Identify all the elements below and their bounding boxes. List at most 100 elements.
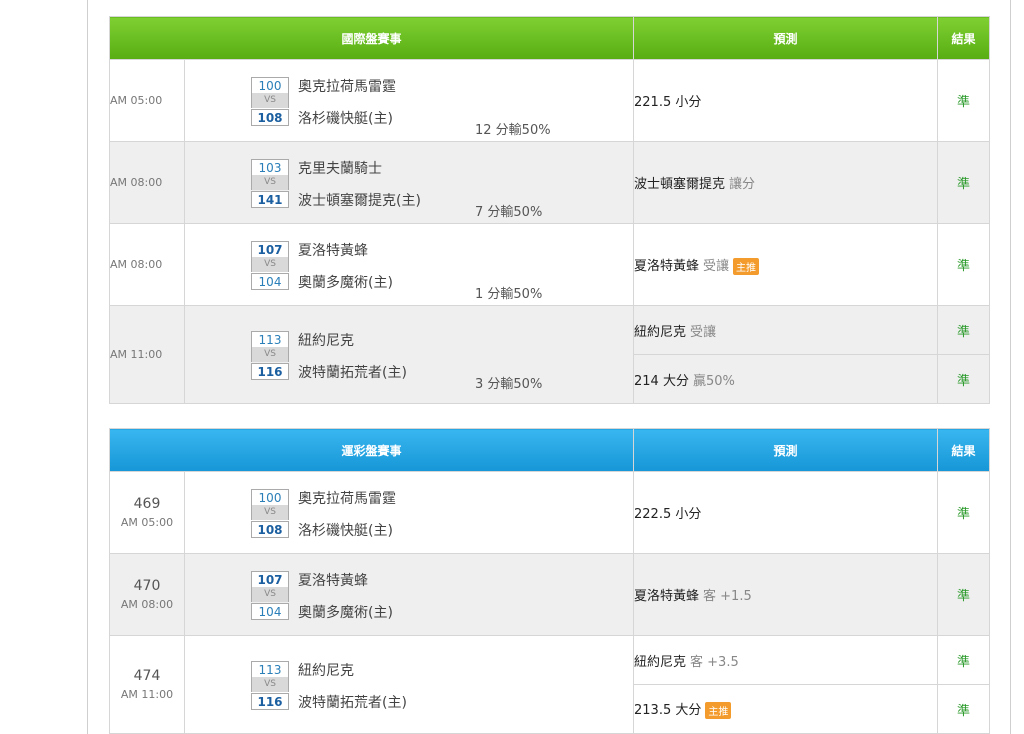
team1-name[interactable]: 紐約尼克 (298, 330, 354, 350)
prediction-main: 波士頓塞爾提克 (634, 177, 726, 192)
game-time: AM 11:00 (109, 305, 185, 404)
vs-label: VS (251, 174, 289, 190)
featured-pick-badge: 主推 (733, 257, 760, 275)
game-time: AM 08:00 (109, 223, 185, 306)
prediction-cell: 紐約尼克客 +3.5 (633, 635, 939, 685)
game-time: AM 05:00 (120, 516, 174, 529)
team1-name[interactable]: 紐約尼克 (298, 660, 354, 680)
prediction-main: 夏洛特黃蜂 (634, 589, 700, 604)
game-time: AM 05:00 (109, 59, 185, 142)
prediction-main: 夏洛特黃蜂 (634, 258, 700, 274)
score-team1: 107 (251, 571, 289, 588)
result-cell: 準 (937, 553, 991, 636)
international-games-table: 國際盤賽事 預測 結果 AM 05:00 100 奧克拉荷馬雷霆 VS 108 洛杉… (108, 16, 991, 404)
prediction-main: 221.5 小分 (634, 95, 702, 110)
score-team1: 113 (251, 331, 289, 348)
header-prediction: 預測 (633, 16, 939, 60)
result-cell: 準 (937, 471, 991, 554)
game-time: AM 08:00 (120, 598, 174, 611)
table-row[interactable]: AM 08:00 103 克里夫蘭騎士 VS 141 波士頓塞爾提克(主) 7 分輸… (109, 141, 991, 224)
table-row[interactable]: AM 08:00 107 夏洛特黃蜂 VS 104 奧蘭多魔術(主) 1 分輸50%… (109, 223, 991, 306)
team2-name[interactable]: 波特蘭拓荒者(主) (298, 692, 407, 712)
game-time-cell: 474 AM 11:00 (109, 635, 185, 734)
vs-label: VS (251, 586, 289, 602)
team1-name[interactable]: 夏洛特黃蜂 (298, 240, 368, 260)
prediction-main: 213.5 大分 (634, 703, 702, 718)
game-number: 469 (133, 496, 161, 512)
prediction-cell: 紐約尼克 受讓 (633, 305, 939, 355)
prediction-cell: 221.5 小分 (633, 59, 939, 142)
prediction-cell: 夏洛特黃蜂 受讓 主推 (633, 223, 939, 306)
game-time-cell: 469 AM 05:00 (109, 471, 185, 554)
game-number: 470 (133, 578, 161, 594)
table-row[interactable]: AM 05:00 100 奧克拉荷馬雷霆 VS 108 洛杉磯快艇(主) 12 分輸… (109, 59, 991, 142)
matchup-cell: 100 奧克拉荷馬雷霆 VS 108 洛杉磯快艇(主) (183, 471, 635, 554)
team2-name[interactable]: 奧蘭多魔術(主) (298, 602, 393, 622)
table-row[interactable]: AM 11:00 113 紐約尼克 VS 116 波特蘭拓荒者(主) 3 分輸50%… (109, 305, 991, 404)
prediction-sub: 客 +1.5 (703, 589, 752, 604)
matchup-cell: 103 克里夫蘭騎士 VS 141 波士頓塞爾提克(主) 7 分輸50% (183, 141, 635, 224)
prediction-cell: 214 大分 贏50% (633, 354, 939, 404)
prediction-main: 214 大分 (634, 373, 689, 389)
vs-label: VS (251, 676, 289, 692)
result-cell: 準 (937, 305, 991, 355)
score-team1: 103 (251, 159, 289, 176)
matchup-cell: 113 紐約尼克 VS 116 波特蘭拓荒者(主) 3 分輸50% (183, 305, 635, 404)
page-frame-right (1010, 0, 1011, 734)
game-time: AM 11:00 (120, 688, 174, 701)
score-team2: 141 (251, 191, 289, 208)
team2-name[interactable]: 洛杉磯快艇(主) (298, 108, 393, 128)
game-time: AM 08:00 (109, 141, 185, 224)
table-row[interactable]: 474 AM 11:00 113 紐約尼克 VS 116 波特蘭拓荒者(主) 紐約尼… (109, 635, 991, 734)
team2-name[interactable]: 洛杉磯快艇(主) (298, 520, 393, 540)
score-team1: 100 (251, 489, 289, 506)
score-team2: 104 (251, 273, 289, 290)
team1-name[interactable]: 夏洛特黃蜂 (298, 570, 368, 590)
matchup-cell: 107 夏洛特黃蜂 VS 104 奧蘭多魔術(主) (183, 553, 635, 636)
matchup-cell: 107 夏洛特黃蜂 VS 104 奧蘭多魔術(主) 1 分輸50% (183, 223, 635, 306)
team2-name[interactable]: 波士頓塞爾提克(主) (298, 190, 421, 210)
prediction-cell: 波士頓塞爾提克 讓分 (633, 141, 939, 224)
team1-name[interactable]: 奧克拉荷馬雷霆 (298, 76, 396, 96)
score-team2: 104 (251, 603, 289, 620)
header-prediction: 預測 (633, 428, 939, 472)
result-cell: 準 (937, 684, 991, 734)
result-note: 3 分輸50% (475, 376, 543, 392)
table-header-row: 運彩盤賽事 預測 結果 (108, 428, 991, 472)
score-team1: 107 (251, 241, 289, 258)
matchup-cell: 100 奧克拉荷馬雷霆 VS 108 洛杉磯快艇(主) 12 分輸50% (183, 59, 635, 142)
team2-name[interactable]: 奧蘭多魔術(主) (298, 272, 393, 292)
prediction-sub: 贏50% (692, 373, 735, 389)
prediction-sub: 受讓 (703, 258, 730, 274)
score-team2: 108 (251, 521, 289, 538)
prediction-main: 紐約尼克 (634, 324, 687, 340)
result-cell: 準 (937, 354, 991, 404)
table-header-row: 國際盤賽事 預測 結果 (108, 16, 991, 60)
team1-name[interactable]: 克里夫蘭騎士 (298, 158, 382, 178)
prediction-sub: 讓分 (729, 177, 756, 192)
result-note: 1 分輸50% (475, 286, 543, 302)
team2-name[interactable]: 波特蘭拓荒者(主) (298, 362, 407, 382)
vs-label: VS (251, 504, 289, 520)
score-team2: 116 (251, 363, 289, 380)
score-team2: 108 (251, 109, 289, 126)
header-result: 結果 (937, 428, 991, 472)
game-time-cell: 470 AM 08:00 (109, 553, 185, 636)
table-row[interactable]: 469 AM 05:00 100 奧克拉荷馬雷霆 VS 108 洛杉磯快艇(主) 2… (109, 471, 991, 554)
vs-label: VS (251, 256, 289, 272)
matchup-cell: 113 紐約尼克 VS 116 波特蘭拓荒者(主) (183, 635, 635, 734)
vs-label: VS (251, 92, 289, 108)
vs-label: VS (251, 346, 289, 362)
prediction-cell: 222.5 小分 (633, 471, 939, 554)
prediction-cell: 夏洛特黃蜂客 +1.5 (633, 553, 939, 636)
score-team2: 116 (251, 693, 289, 710)
score-team1: 100 (251, 77, 289, 94)
result-cell: 準 (937, 635, 991, 685)
header-result: 結果 (937, 16, 991, 60)
team1-name[interactable]: 奧克拉荷馬雷霆 (298, 488, 396, 508)
featured-pick-badge: 主推 (705, 702, 732, 719)
score-team1: 113 (251, 661, 289, 678)
header-match: 國際盤賽事 (108, 16, 635, 60)
table-row[interactable]: 470 AM 08:00 107 夏洛特黃蜂 VS 104 奧蘭多魔術(主) 夏洛特… (109, 553, 991, 636)
game-number: 474 (133, 668, 161, 684)
